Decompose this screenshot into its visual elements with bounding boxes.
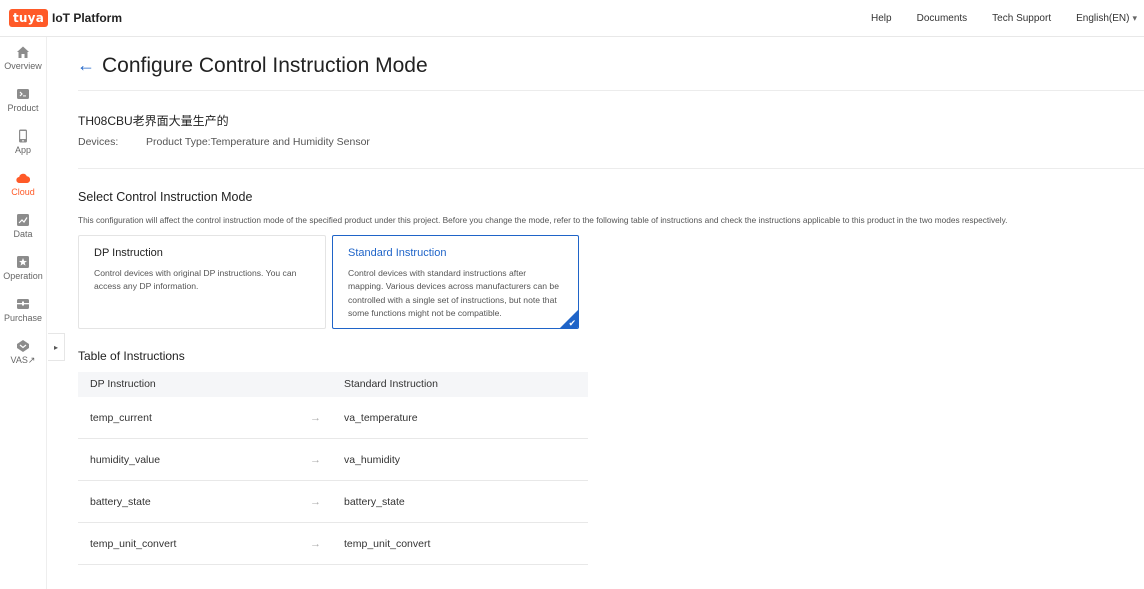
sidebar-item-label: Overview: [4, 61, 42, 71]
page-title: Configure Control Instruction Mode: [102, 54, 428, 77]
arrow-right-icon: →: [310, 412, 321, 424]
header-standard-instruction: Standard Instruction: [344, 378, 438, 390]
cart-icon: [17, 299, 29, 309]
divider: [78, 168, 1144, 169]
mode-card-title: DP Instruction: [94, 247, 163, 259]
dp-instruction-cell: temp_unit_convert: [90, 538, 177, 550]
sidebar-item-label: VAS↗: [10, 355, 36, 365]
sidebar-item-label: Data: [13, 229, 33, 239]
header-dp-instruction: DP Instruction: [90, 378, 156, 390]
mode-card-dp-instruction[interactable]: DP Instruction Control devices with orig…: [78, 235, 326, 329]
sidebar-item-label: Purchase: [3, 313, 43, 323]
table-row: battery_state → battery_state: [78, 481, 588, 523]
section-description: This configuration will affect the contr…: [78, 215, 1008, 225]
mode-card-description: Control devices with original DP instruc…: [94, 268, 297, 292]
product-name: TH08CBU老界面大量生产的: [78, 114, 229, 128]
section-title: Select Control Instruction Mode: [78, 190, 253, 204]
top-bar: tuya IoT Platform Help Documents Tech Su…: [0, 0, 1144, 37]
mode-card-description: Control devices with standard instructio…: [348, 268, 559, 318]
cloud-icon: [16, 173, 30, 184]
nav-documents[interactable]: Documents: [917, 13, 968, 24]
platform-name: IoT Platform: [52, 11, 123, 25]
standard-instruction-cell: va_temperature: [344, 412, 418, 424]
dp-instruction-cell: battery_state: [90, 496, 151, 508]
table-row: humidity_value → va_humidity: [78, 439, 588, 481]
arrow-right-icon: →: [310, 454, 321, 466]
sidebar-item-operation[interactable]: Operation: [0, 255, 46, 281]
sidebar-item-data[interactable]: Data: [0, 213, 46, 239]
checkmark-icon: ✔: [568, 318, 576, 328]
table-row: temp_current → va_temperature: [78, 397, 588, 439]
nav-help[interactable]: Help: [871, 13, 892, 24]
sidebar: Overview Product App Cloud Data Operatio…: [0, 37, 47, 589]
divider: [78, 90, 1144, 91]
home-icon: [17, 46, 29, 58]
sidebar-item-vas[interactable]: VAS↗: [0, 339, 46, 366]
standard-instruction-cell: va_humidity: [344, 454, 401, 466]
nav-tech-support[interactable]: Tech Support: [992, 13, 1051, 24]
terminal-icon: [17, 89, 29, 99]
sidebar-item-label: Cloud: [11, 187, 35, 197]
sidebar-item-label: Product: [7, 103, 39, 113]
product-type: Product Type:Temperature and Humidity Se…: [146, 136, 370, 148]
instructions-table: DP Instruction Standard Instruction temp…: [78, 372, 588, 565]
mode-card-title: Standard Instruction: [348, 247, 447, 259]
sidebar-item-label: Operation: [3, 271, 43, 281]
main-content: ← Configure Control Instruction Mode TH0…: [48, 37, 1144, 589]
star-icon: [17, 256, 29, 268]
arrow-right-icon: →: [310, 538, 321, 550]
dp-instruction-cell: temp_current: [90, 412, 152, 424]
back-arrow-icon[interactable]: ←: [77, 55, 95, 76]
brand-logo[interactable]: tuya IoT Platform: [9, 9, 122, 27]
arrow-right-icon: →: [310, 496, 321, 508]
table-header: DP Instruction Standard Instruction: [78, 372, 588, 397]
sidebar-item-purchase[interactable]: Purchase: [0, 297, 46, 323]
dp-instruction-cell: humidity_value: [90, 454, 161, 466]
sidebar-item-overview[interactable]: Overview: [0, 45, 46, 71]
table-title: Table of Instructions: [78, 349, 185, 363]
chart-icon: [17, 214, 29, 226]
standard-instruction-cell: battery_state: [344, 496, 405, 508]
table-row: temp_unit_convert → temp_unit_convert: [78, 523, 588, 565]
sidebar-item-product[interactable]: Product: [0, 87, 46, 113]
top-nav: Help Documents Tech Support English(EN): [846, 13, 1137, 24]
tuya-logo: tuya: [9, 9, 48, 27]
standard-instruction-cell: temp_unit_convert: [344, 538, 431, 550]
sidebar-item-cloud[interactable]: Cloud: [0, 171, 46, 197]
devices-label: Devices:: [78, 136, 119, 148]
mode-card-standard-instruction[interactable]: Standard Instruction Control devices wit…: [332, 235, 579, 329]
phone-icon: [19, 129, 27, 143]
language-selector[interactable]: English(EN): [1076, 13, 1137, 24]
sidebar-item-label: App: [14, 145, 31, 155]
sidebar-item-app[interactable]: App: [0, 129, 46, 155]
vas-icon: [17, 340, 29, 352]
